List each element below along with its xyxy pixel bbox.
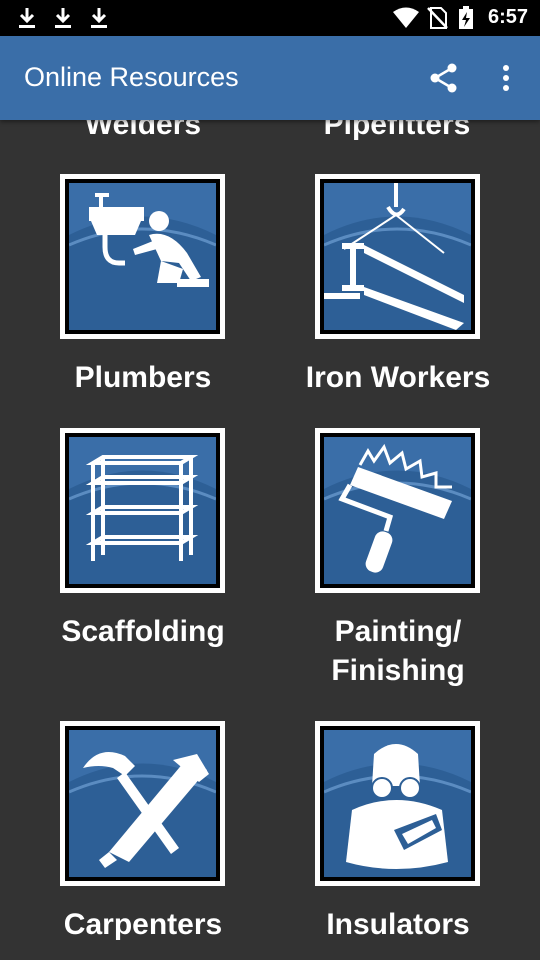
grid-item-label: Painting/ Finishing bbox=[263, 612, 533, 690]
wifi-icon bbox=[393, 7, 419, 28]
iron-worker-icon bbox=[324, 183, 471, 330]
grid-item-label: Insulators bbox=[326, 908, 470, 941]
no-sim-icon bbox=[427, 7, 448, 29]
insulator-icon bbox=[324, 744, 471, 877]
tile[interactable] bbox=[60, 428, 225, 593]
grid-item-label[interactable]: Pipefitters bbox=[262, 120, 532, 142]
grid-item-label: Plumbers bbox=[74, 361, 212, 394]
scaffolding-icon bbox=[69, 455, 216, 584]
app-bar: Online Resources bbox=[0, 36, 540, 120]
share-icon[interactable] bbox=[428, 62, 460, 94]
clock: 6:57 bbox=[487, 6, 528, 28]
grid-item-label-line1: Painting/ bbox=[334, 615, 462, 648]
tile[interactable] bbox=[315, 721, 480, 886]
paint-roller-icon bbox=[324, 443, 471, 584]
download-icon bbox=[55, 8, 71, 28]
carpenter-icon bbox=[69, 752, 216, 877]
grid-item-label: Iron Workers bbox=[305, 361, 491, 394]
status-bar: 6:57 bbox=[0, 0, 540, 36]
download-icon bbox=[91, 8, 107, 28]
page-title: Online Resources bbox=[24, 62, 239, 92]
download-icon bbox=[19, 8, 35, 28]
grid-item-label: Scaffolding bbox=[61, 615, 225, 648]
plumber-icon bbox=[69, 193, 216, 330]
grid-item-label: Carpenters bbox=[63, 908, 223, 941]
resource-grid: Welders Pipefitters Plumbers Iron Worker… bbox=[0, 120, 540, 960]
tile[interactable] bbox=[315, 428, 480, 593]
tile[interactable] bbox=[60, 174, 225, 339]
grid-item-label[interactable]: Welders bbox=[8, 120, 278, 142]
tile[interactable] bbox=[60, 721, 225, 886]
more-vert-icon[interactable] bbox=[496, 62, 516, 94]
grid-item-label-line2: Finishing bbox=[331, 654, 465, 687]
battery-charging-icon bbox=[459, 6, 473, 29]
tile[interactable] bbox=[315, 174, 480, 339]
